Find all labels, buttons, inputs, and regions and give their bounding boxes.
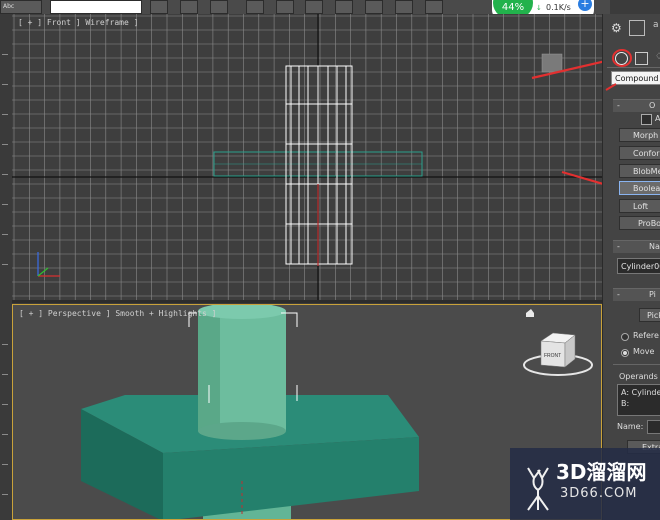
front-viewport[interactable]: [ + ] Front ] Wireframe ] xyxy=(12,14,602,303)
viewcube-icon: FRONT xyxy=(523,332,593,376)
name-label: Name: xyxy=(617,422,644,431)
toolbar-button[interactable] xyxy=(210,0,228,14)
operands-list[interactable]: A: Cylinde B: xyxy=(617,384,660,416)
text-tool-button[interactable]: Abc xyxy=(0,0,42,14)
watermark-title: 3D溜溜网 xyxy=(556,460,647,484)
modify-tab-icon[interactable] xyxy=(629,20,645,36)
name-color-rollup[interactable]: -Nan xyxy=(613,240,660,253)
viewcube-front-icon xyxy=(541,53,563,73)
object-type-rollup[interactable]: -O xyxy=(613,99,660,112)
front-viewport-label[interactable]: [ + ] Front ] Wireframe ] xyxy=(18,18,138,27)
toolbar-button[interactable] xyxy=(425,0,443,14)
reference-label: Refere xyxy=(633,331,659,340)
conform-button[interactable]: Conform xyxy=(619,146,660,160)
operands-label: Operands xyxy=(619,372,658,381)
toolbar-button[interactable] xyxy=(365,0,383,14)
annotation-overlay xyxy=(605,49,632,91)
perspective-viewport-label[interactable]: [ + ] Perspective ] Smooth + Highlights … xyxy=(19,309,216,318)
reference-radio[interactable] xyxy=(621,333,629,341)
pick-operand-button[interactable]: Pick xyxy=(639,308,660,322)
abc-label: Abc xyxy=(3,3,15,10)
network-percent: 44% xyxy=(501,2,525,13)
auto-grid-checkbox[interactable] xyxy=(641,114,652,125)
watermark-url: 3D66.COM xyxy=(560,486,638,501)
cylinder-upper xyxy=(198,305,286,440)
boolean-button[interactable]: Boolean xyxy=(619,181,660,195)
toolbar-button[interactable] xyxy=(276,0,294,14)
divider xyxy=(613,364,660,365)
toolbar-button[interactable] xyxy=(150,0,168,14)
hierarchy-tab-icon[interactable]: a xyxy=(653,20,660,34)
viewcube-front-label: FRONT xyxy=(544,353,561,359)
morph-button[interactable]: Morph xyxy=(619,128,660,142)
network-speed: 0.1K/s xyxy=(546,3,571,12)
operand-name-input[interactable] xyxy=(647,420,660,434)
toolbar-button[interactable] xyxy=(335,0,353,14)
toolbar-button[interactable] xyxy=(305,0,323,14)
operand-b[interactable]: B: xyxy=(621,399,629,408)
proboolean-button[interactable]: ProBoolea xyxy=(619,216,660,230)
toolbar-button[interactable] xyxy=(246,0,264,14)
loft-button[interactable]: Loft xyxy=(619,199,660,213)
home-icon xyxy=(526,309,534,317)
toolbar-button[interactable] xyxy=(180,0,198,14)
viewport-grid xyxy=(12,14,602,300)
object-name-input[interactable]: Cylinder00 xyxy=(617,258,660,274)
name-field[interactable] xyxy=(50,0,142,14)
axis-tripod-icon xyxy=(37,252,60,277)
cylinder-wireframe xyxy=(285,65,353,265)
toolbar-button[interactable] xyxy=(395,0,413,14)
highlight-circle-icon xyxy=(612,49,632,67)
auto-grid-label: A xyxy=(655,114,660,123)
move-radio[interactable] xyxy=(621,349,629,357)
blobmesh-button[interactable]: BlobMes xyxy=(619,164,660,178)
gear-icon[interactable]: ⚙ xyxy=(611,22,623,34)
deer-logo-icon xyxy=(527,467,549,511)
download-arrow-icon: ↓ xyxy=(536,4,542,12)
front-wireframe-scene xyxy=(12,14,602,300)
left-ruler xyxy=(0,14,12,520)
annotation-arrow xyxy=(605,83,617,91)
operand-a[interactable]: A: Cylinde xyxy=(621,388,660,397)
move-label: Move xyxy=(633,347,655,356)
pick-boolean-rollup[interactable]: - Pi xyxy=(613,288,660,301)
